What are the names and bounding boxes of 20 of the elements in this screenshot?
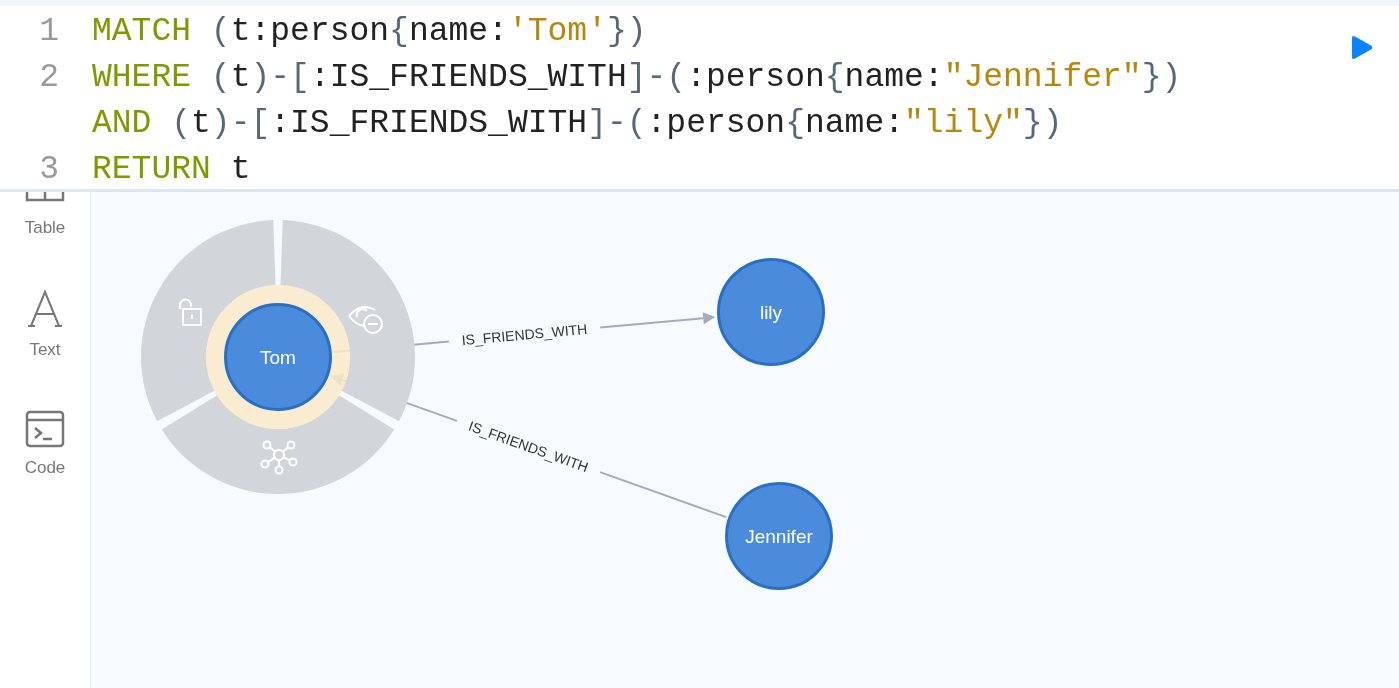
line-number: 1 xyxy=(38,12,60,50)
person-node[interactable]: Jennifer xyxy=(725,482,833,590)
view-label[interactable]: Text xyxy=(29,340,61,360)
person-node[interactable]: Tom xyxy=(224,303,332,411)
unlocked-padlock-icon xyxy=(179,298,202,326)
terminal-icon xyxy=(25,410,65,448)
relationship-label: IS_FRIENDS_WITH xyxy=(461,320,588,349)
eye-minus-icon xyxy=(348,306,383,334)
line-number: 3 xyxy=(38,150,60,188)
person-node[interactable]: lily xyxy=(717,258,825,366)
code-line: AND (t)-[:IS_FRIENDS_WITH]-(:person{name:"lily"}) xyxy=(92,104,1063,142)
code-line: MATCH (t:person{name:'Tom'}) xyxy=(92,12,647,50)
code-line: RETURN t xyxy=(92,150,251,188)
code-line: WHERE (t)-[:IS_FRIENDS_WITH]-(:person{name:"Jennifer"}) xyxy=(92,58,1182,96)
view-label[interactable]: Table xyxy=(24,218,66,238)
network-icon xyxy=(260,440,298,475)
expand-button[interactable] xyxy=(161,395,395,494)
letter-icon xyxy=(25,288,65,330)
view-label[interactable]: Code xyxy=(24,458,66,478)
line-number: 2 xyxy=(38,58,60,96)
